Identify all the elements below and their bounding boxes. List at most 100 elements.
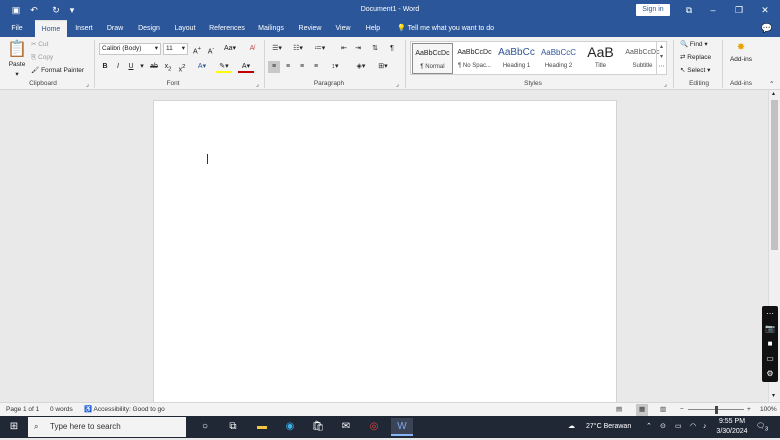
cut-button[interactable]: ✂ Cut <box>31 40 48 50</box>
tab-draw[interactable]: Draw <box>103 20 127 37</box>
numbering-icon[interactable]: ☷▾ <box>290 43 306 55</box>
chevron-down-icon[interactable]: ▾ <box>660 54 663 60</box>
sign-in-button[interactable]: Sign in <box>636 4 670 16</box>
style-heading-2[interactable]: AaBbCcC Heading 2 <box>538 43 579 74</box>
chevron-down-icon[interactable]: ▾ <box>136 61 148 73</box>
weather-icon[interactable]: ☁ <box>568 416 575 438</box>
superscript-icon[interactable]: x2 <box>176 61 188 73</box>
gear-icon[interactable]: ⚙ <box>762 366 778 381</box>
windows-start-icon[interactable]: ⊞ <box>5 418 23 436</box>
tray-chevron-icon[interactable]: ⌃ <box>646 416 652 438</box>
font-family-select[interactable]: Calibri (Body) ▾ <box>99 43 161 55</box>
style-heading-1[interactable]: AaBbCc Heading 1 <box>496 43 537 74</box>
style-title[interactable]: AaB Title <box>580 43 621 74</box>
meet-now-icon[interactable]: ⊙ <box>660 416 666 438</box>
maximize-button[interactable]: ❐ <box>728 2 750 18</box>
chevron-up-icon[interactable]: ▴ <box>660 44 663 50</box>
word-count[interactable]: 0 words <box>50 404 73 416</box>
pilcrow-icon[interactable]: ¶ <box>386 43 398 55</box>
styles-scroll[interactable]: ▴ ▾ ⋯ <box>656 42 666 74</box>
document-page[interactable] <box>153 100 617 410</box>
clipboard-launcher-icon[interactable]: ⌟ <box>86 80 89 90</box>
battery-icon[interactable]: ▭ <box>675 416 682 438</box>
subscript-icon[interactable]: x2 <box>162 61 174 73</box>
camera-icon[interactable]: 📷 <box>762 321 778 336</box>
paragraph-launcher-icon[interactable]: ⌟ <box>396 80 399 90</box>
tab-layout[interactable]: Layout <box>170 20 200 37</box>
page-count[interactable]: Page 1 of 1 <box>6 404 39 416</box>
decrease-indent-icon[interactable]: ⇤ <box>338 43 350 55</box>
shading-icon[interactable]: ◈▾ <box>352 61 370 73</box>
zoom-in-icon[interactable]: + <box>747 404 751 416</box>
styles-launcher-icon[interactable]: ⌟ <box>664 80 667 90</box>
close-button[interactable]: ✕ <box>754 2 776 18</box>
multilevel-list-icon[interactable]: ≔▾ <box>311 43 329 55</box>
tab-file[interactable]: File <box>6 20 28 37</box>
add-ins-button[interactable]: ✸ Add-ins <box>726 41 756 65</box>
font-color-icon[interactable]: A▾ <box>238 61 254 73</box>
line-spacing-icon[interactable]: ↕▾ <box>326 61 344 73</box>
increase-indent-icon[interactable]: ⇥ <box>352 43 364 55</box>
italic-icon[interactable]: I <box>112 61 124 73</box>
file-explorer-icon[interactable]: ▬ <box>253 418 271 436</box>
clock[interactable]: 9:55 PM 3/30/2024 <box>716 417 748 437</box>
style-normal[interactable]: AaBbCcDc ¶ Normal <box>412 43 453 74</box>
tab-insert[interactable]: Insert <box>71 20 97 37</box>
change-case-icon[interactable]: Aa▾ <box>222 43 238 55</box>
zoom-slider-thumb[interactable] <box>715 406 718 414</box>
strikethrough-icon[interactable]: ab <box>148 61 160 73</box>
tab-view[interactable]: View <box>331 20 355 37</box>
more-icon[interactable]: ⋯ <box>762 306 778 321</box>
read-mode-icon[interactable]: ▤ <box>616 404 622 416</box>
replace-button[interactable]: ⇄ Replace <box>680 53 711 63</box>
scroll-up-icon[interactable]: ▴ <box>772 90 775 97</box>
tab-references[interactable]: References <box>206 20 248 37</box>
task-view-icon[interactable]: ⧉ <box>224 418 242 436</box>
tab-home[interactable]: Home <box>35 20 67 37</box>
store-icon[interactable]: 🛍 <box>309 418 327 436</box>
find-button[interactable]: 🔍 Find ▾ <box>680 40 708 50</box>
web-layout-icon[interactable]: ▥ <box>660 404 666 416</box>
justify-icon[interactable]: ≡ <box>310 61 322 73</box>
weather-text[interactable]: 27°C Berawan <box>586 416 631 438</box>
copy-button[interactable]: ⎘ Copy <box>31 53 53 63</box>
clear-formatting-icon[interactable]: A̸ <box>246 43 258 55</box>
zoom-slider[interactable] <box>688 406 744 414</box>
tab-help[interactable]: Help <box>361 20 385 37</box>
tab-review[interactable]: Review <box>295 20 325 37</box>
shrink-font-icon[interactable]: A- <box>205 43 217 55</box>
chrome-icon[interactable]: ◎ <box>365 418 383 436</box>
tab-design[interactable]: Design <box>134 20 164 37</box>
zoom-out-icon[interactable]: − <box>680 404 684 416</box>
select-button[interactable]: ↖ Select ▾ <box>680 66 710 76</box>
cortana-icon[interactable]: ○ <box>196 418 214 436</box>
save-icon[interactable]: ▣ <box>10 4 22 16</box>
align-left-icon[interactable]: ≡ <box>268 61 280 73</box>
align-right-icon[interactable]: ≡ <box>296 61 308 73</box>
more-styles-icon[interactable]: ⋯ <box>659 64 665 70</box>
align-center-icon[interactable]: ≡ <box>282 61 294 73</box>
format-painter-button[interactable]: 🖌 Format Painter <box>31 66 84 76</box>
word-icon[interactable]: W <box>391 418 413 436</box>
notifications-icon[interactable]: 🗨3 <box>756 416 768 440</box>
taskbar-search[interactable]: ⌕ Type here to search <box>28 417 186 437</box>
bullets-icon[interactable]: ☰▾ <box>269 43 285 55</box>
volume-icon[interactable]: ♪ <box>703 416 707 438</box>
grow-font-icon[interactable]: A+ <box>191 43 203 55</box>
bold-icon[interactable]: B <box>99 61 111 73</box>
mail-icon[interactable]: ✉ <box>337 418 355 436</box>
edge-icon[interactable]: ◉ <box>281 418 299 436</box>
zoom-level[interactable]: 100% <box>760 404 777 416</box>
sort-icon[interactable]: ⇅ <box>369 43 381 55</box>
ribbon-display-options-icon[interactable]: ⧉ <box>678 2 700 18</box>
comments-icon[interactable]: 💬 <box>760 22 774 35</box>
font-size-select[interactable]: 11 ▾ <box>163 43 188 55</box>
paste-button[interactable]: 📋 Paste ▾ <box>6 40 28 78</box>
undo-icon[interactable]: ↶ <box>28 4 40 16</box>
highlight-icon[interactable]: ✎▾ <box>216 61 232 73</box>
tell-me-search[interactable]: 💡 Tell me what you want to do <box>397 20 494 37</box>
customize-qat-icon[interactable]: ▾ <box>66 4 78 16</box>
wifi-icon[interactable]: ◠ <box>690 416 696 438</box>
scrollbar-thumb[interactable] <box>771 100 778 250</box>
window-icon[interactable]: ▭ <box>762 351 778 366</box>
